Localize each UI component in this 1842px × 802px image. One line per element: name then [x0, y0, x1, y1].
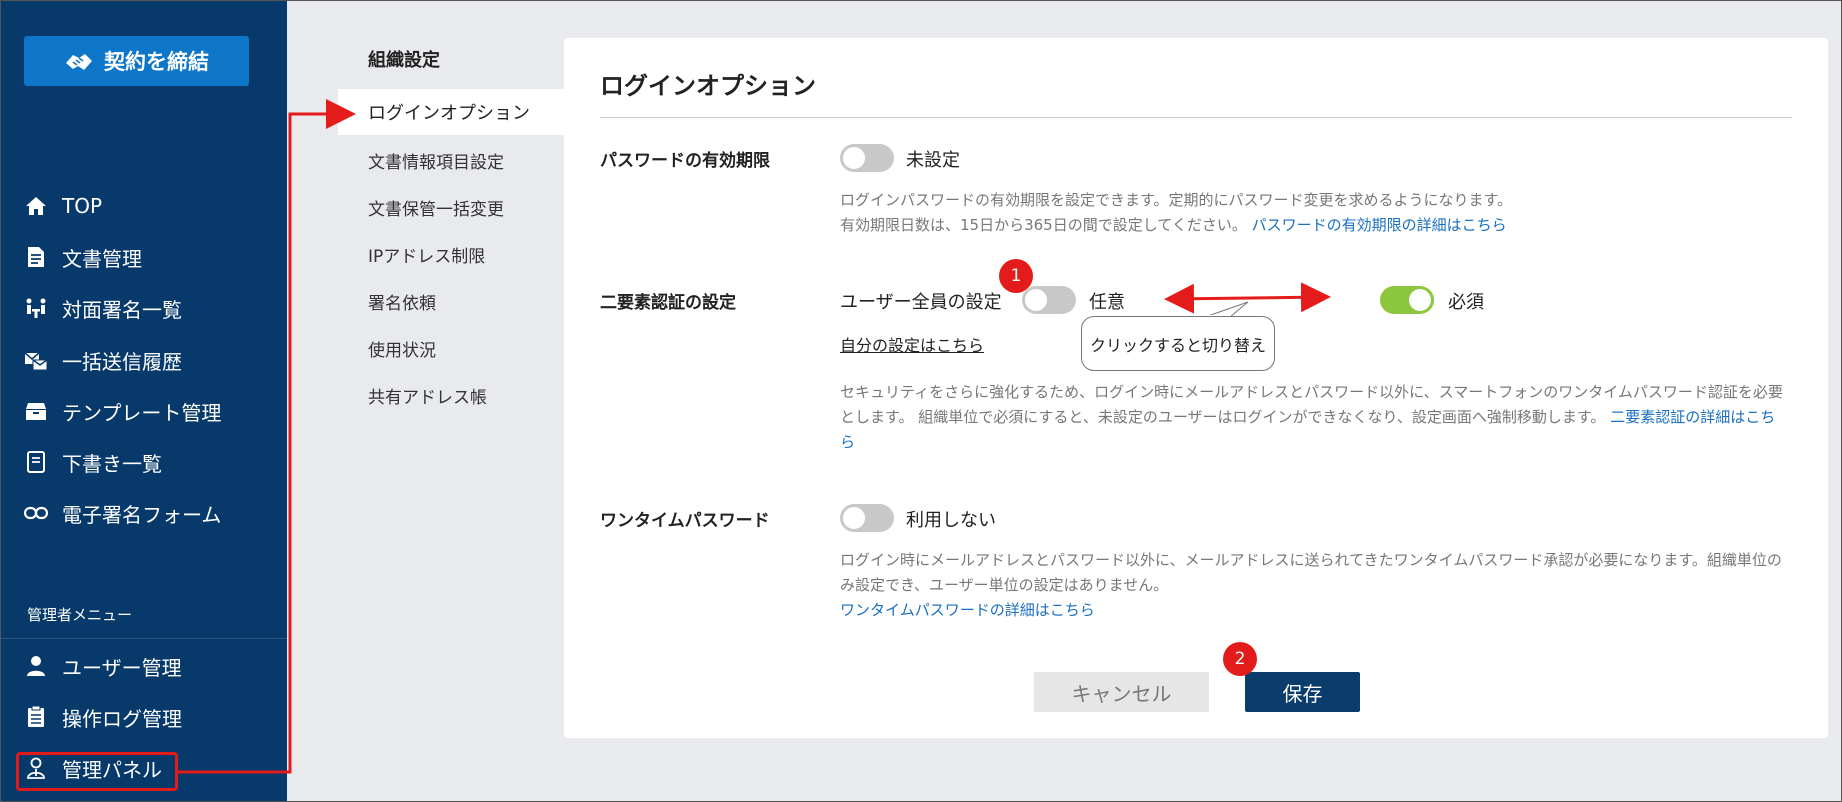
annotation-arrows	[178, 99, 1331, 774]
toggle-callout: クリックすると切り替え	[1081, 316, 1275, 371]
step-badge-2: 2	[1223, 642, 1257, 676]
callout-tail	[1204, 301, 1249, 318]
toggle-switch-arrow	[1164, 282, 1331, 314]
pointer-arrow	[178, 99, 356, 774]
step-badge-1: 1	[999, 259, 1033, 293]
